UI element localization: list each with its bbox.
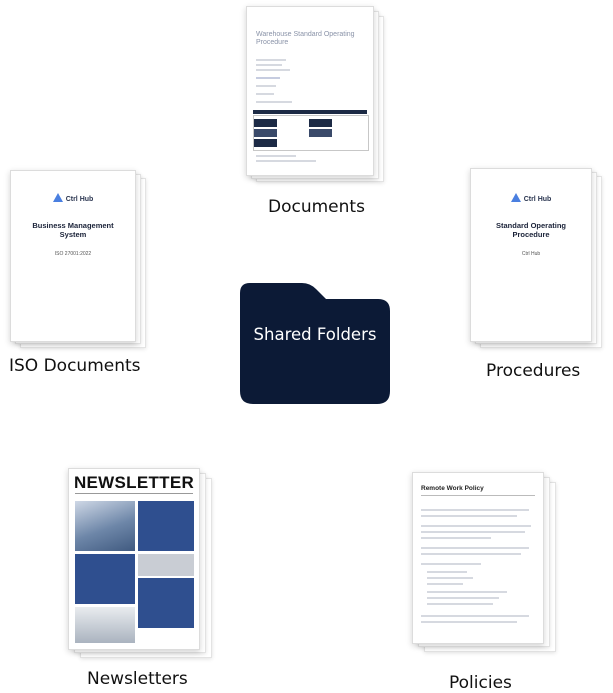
iso-documents-label: ISO Documents [9, 356, 141, 376]
cover-title: Business Management System [32, 221, 114, 240]
brand-logo-icon [510, 193, 521, 202]
shared-folders-folder[interactable]: Shared Folders [240, 283, 390, 404]
documents-folder-item[interactable]: Warehouse Standard Operating Procedure [244, 6, 390, 186]
cover-title: Standard Operating Procedure [495, 221, 566, 240]
iso-documents-folder-item[interactable]: Ctrl Hub Business Management System ISO … [8, 170, 158, 350]
procedures-thumbnail: Ctrl Hub Standard Operating Procedure Ct… [470, 168, 592, 342]
cover-subtitle: Ctrl Hub [521, 251, 541, 257]
document-title: Warehouse Standard Operating Procedure [256, 31, 355, 47]
newsletters-label: Newsletters [87, 669, 188, 689]
policies-label: Policies [449, 673, 512, 693]
documents-label: Documents [268, 197, 365, 217]
procedures-folder-item[interactable]: Ctrl Hub Standard Operating Procedure Ct… [468, 168, 613, 350]
brand-logo-icon [52, 193, 63, 202]
cover-subtitle: ISO 27001:2022 [54, 251, 92, 257]
shared-folders-label: Shared Folders [253, 325, 377, 344]
newsletter-masthead: NEWSLETTER [73, 473, 195, 492]
policies-thumbnail: Remote Work Policy [412, 472, 544, 644]
documents-thumbnail: Warehouse Standard Operating Procedure [246, 6, 374, 176]
iso-thumbnail: Ctrl Hub Business Management System ISO … [10, 170, 136, 342]
newsletters-folder-item[interactable]: NEWSLETTER [66, 468, 216, 660]
policy-title: Remote Work Policy [421, 485, 484, 492]
policies-folder-item[interactable]: Remote Work Policy [410, 472, 562, 654]
procedures-label: Procedures [486, 361, 581, 381]
newsletter-thumbnail: NEWSLETTER [68, 468, 200, 650]
